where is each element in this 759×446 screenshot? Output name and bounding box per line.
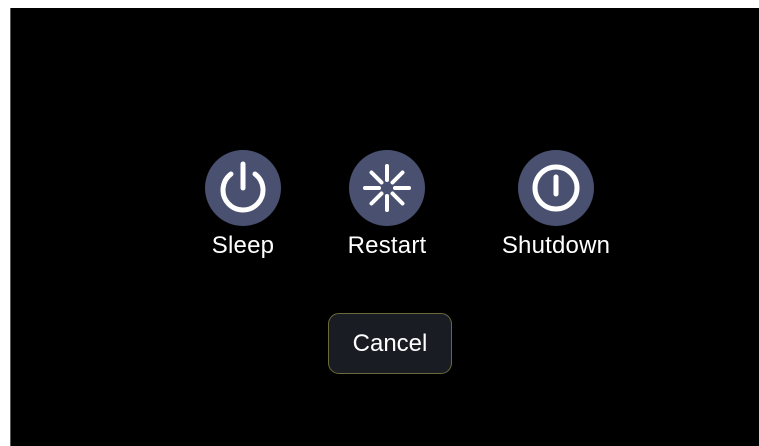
power-icon	[220, 161, 266, 213]
shutdown-button[interactable]	[518, 150, 594, 226]
sleep-label: Sleep	[211, 232, 275, 259]
power-menu-screen: Sleep Restart Shutdown Cancel	[10, 8, 759, 446]
shutdown-option[interactable]: Shutdown	[502, 150, 610, 260]
restart-button[interactable]	[349, 150, 425, 226]
shutdown-label: Shutdown	[501, 232, 611, 259]
sleep-button[interactable]	[205, 150, 281, 226]
restart-label: Restart	[347, 232, 427, 259]
sleep-option[interactable]: Sleep	[205, 150, 281, 260]
restart-spinner-icon	[363, 164, 411, 212]
cancel-button[interactable]: Cancel	[328, 313, 452, 374]
shutdown-icon	[532, 164, 580, 212]
restart-option[interactable]: Restart	[347, 150, 427, 260]
